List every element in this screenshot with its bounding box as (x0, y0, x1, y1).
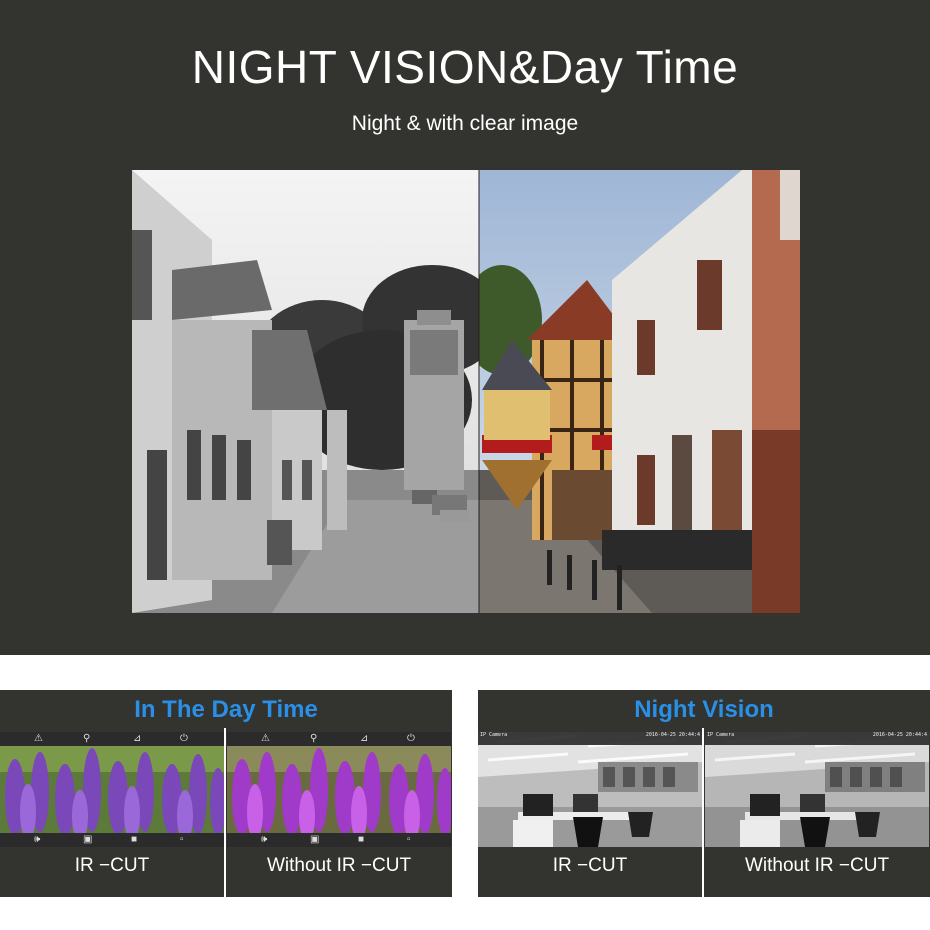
speaker-icon[interactable]: 🕪 (261, 834, 267, 846)
power-icon[interactable]: ⏻ (180, 733, 188, 745)
grayscale-half (132, 170, 479, 613)
thermometer-icon[interactable]: ⊿ (133, 733, 141, 745)
caption-ircut: IR −CUT (74, 855, 150, 876)
caption-without-ircut: Without IR −CUT (266, 855, 412, 876)
hero-title: NIGHT VISION&Day Time (191, 41, 739, 93)
hero-section: NIGHT VISION&Day Time Night & with clear… (0, 0, 930, 655)
warning-icon[interactable]: ⚠ (261, 733, 270, 745)
zoom-icon[interactable]: ⚲ (310, 733, 317, 745)
day-time-title: In The Day Time (134, 696, 318, 723)
camera-controls: 🕪 ▣ ■ ▫ (0, 833, 224, 847)
clip-icon[interactable]: ▫ (407, 834, 411, 846)
hero-subtitle: Night & with clear image (351, 112, 579, 135)
camera-toolbar: ⚠ ⚲ ⊿ ⏻ (0, 732, 224, 746)
overlay-timestamp: 2016-04-25 20:44:4 (872, 732, 927, 738)
camera-controls: 🕪 ▣ ■ ▫ (227, 833, 451, 847)
zoom-icon[interactable]: ⚲ (83, 733, 90, 745)
thermometer-icon[interactable]: ⊿ (360, 733, 368, 745)
video-icon[interactable]: ■ (131, 834, 137, 846)
lavender-ircut-image: ⚠ ⚲ ⊿ ⏻ 🕪 ▣ ■ ▫ (0, 732, 224, 847)
caption-ircut: IR −CUT (552, 855, 628, 876)
caption-without-ircut: Without IR −CUT (744, 855, 890, 876)
color-half (479, 170, 800, 613)
overlay-camera-name: IP Camera (707, 732, 735, 738)
day-time-panel: In The Day Time ⚠ ⚲ ⊿ ⏻ 🕪 ▣ ■ ▫ ⚠ ⚲ ⊿ ⏻ … (0, 690, 452, 897)
night-vision-title: Night Vision (634, 696, 774, 723)
power-icon[interactable]: ⏻ (407, 733, 415, 745)
panel-divider (224, 728, 226, 897)
speaker-icon[interactable]: 🕪 (34, 834, 40, 846)
camera-overlay: IP Camera 2016-04-25 20:44:4 (478, 732, 702, 745)
night-vision-panel: Night Vision IP Camera 2016-04-25 20:44:… (478, 690, 930, 897)
camera-icon[interactable]: ▣ (83, 834, 92, 846)
camera-icon[interactable]: ▣ (310, 834, 319, 846)
lavender-no-ircut-image: ⚠ ⚲ ⊿ ⏻ 🕪 ▣ ■ ▫ (227, 732, 451, 847)
panel-divider (702, 728, 704, 897)
overlay-camera-name: IP Camera (480, 732, 508, 738)
warning-icon[interactable]: ⚠ (34, 733, 43, 745)
office-ircut-image: IP Camera 2016-04-25 20:44:4 (478, 732, 702, 847)
camera-toolbar: ⚠ ⚲ ⊿ ⏻ (227, 732, 451, 746)
street-comparison-photo (132, 170, 800, 613)
camera-overlay: IP Camera 2016-04-25 20:44:4 (705, 732, 929, 745)
office-no-ircut-image: IP Camera 2016-04-25 20:44:4 (705, 732, 929, 847)
video-icon[interactable]: ■ (358, 834, 364, 846)
overlay-timestamp: 2016-04-25 20:44:4 (645, 732, 700, 738)
clip-icon[interactable]: ▫ (180, 834, 184, 846)
